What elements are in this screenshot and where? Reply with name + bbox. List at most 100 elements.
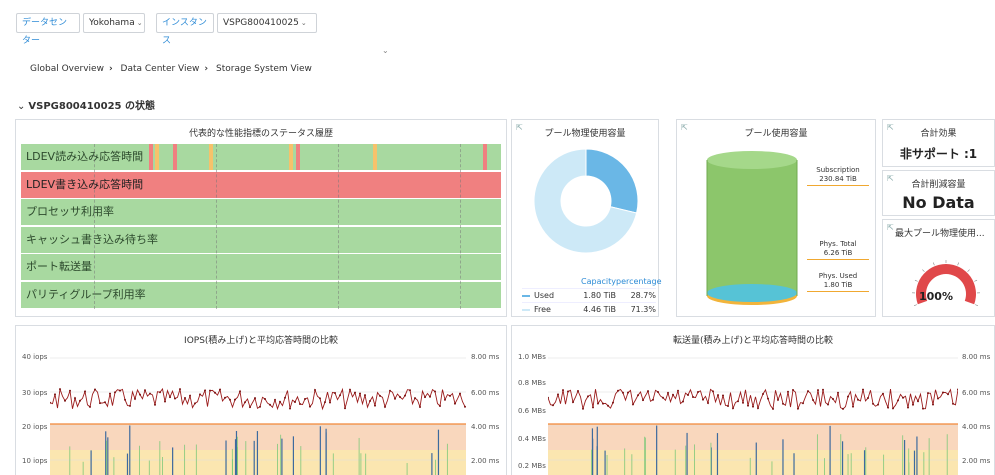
data-point — [852, 405, 854, 408]
breadcrumb-global[interactable]: Global Overview — [30, 64, 104, 74]
data-point — [229, 398, 231, 401]
data-point — [917, 400, 919, 403]
external-link-icon[interactable]: ⇱ — [887, 223, 894, 232]
data-point — [737, 400, 739, 403]
donut-slice-used — [585, 148, 639, 214]
data-point — [94, 388, 96, 391]
data-point — [254, 397, 256, 400]
data-point — [74, 397, 76, 400]
data-point — [134, 397, 136, 400]
data-point — [394, 397, 396, 400]
data-point — [389, 389, 391, 392]
y-tick: 10 iops — [22, 457, 48, 465]
capacity-cylinder — [706, 151, 798, 305]
gauge-tick — [922, 269, 925, 272]
data-point — [244, 401, 246, 404]
data-point — [807, 390, 809, 393]
status-row[interactable]: キャッシュ書き込み待ち率 — [21, 226, 501, 253]
data-point — [707, 402, 709, 405]
data-point — [882, 392, 884, 395]
collapse-chevron-icon[interactable]: ⌄ — [382, 46, 389, 55]
data-point — [414, 397, 416, 400]
status-row[interactable]: LDEV読み込み応答時間 — [21, 144, 501, 170]
gauge-tick — [974, 279, 978, 282]
data-point — [792, 389, 794, 392]
data-point — [747, 404, 749, 407]
panel-title: 最大プール物理使用... — [895, 229, 985, 239]
data-point — [857, 398, 859, 401]
collapse-toggle-icon: ⌄ — [17, 101, 26, 112]
panel-title: 転送量(積み上げ)と平均応答時間の比較 — [672, 336, 834, 346]
y-tick: 0.4 MBs — [518, 435, 546, 443]
data-point — [937, 397, 939, 400]
data-point — [817, 389, 819, 392]
data-point — [572, 401, 574, 404]
y-tick: 20 iops — [22, 423, 48, 431]
y-tick: 0.6 MBs — [518, 407, 546, 415]
status-row[interactable]: パリティグループ利用率 — [21, 281, 501, 308]
data-point — [349, 388, 351, 391]
data-point — [637, 394, 639, 397]
status-row[interactable]: LDEV書き込み応答時間 — [21, 171, 501, 198]
data-point — [927, 392, 929, 395]
y-tick: 2.00 ms — [962, 457, 991, 465]
section-title[interactable]: ⌄ VSPG800410025 の状態 — [17, 97, 155, 112]
data-point — [204, 389, 206, 392]
data-point — [274, 398, 276, 401]
phys-total-label: Phys. Total 6.26 TiB — [807, 240, 869, 260]
panel-title: 合計削減容量 — [911, 180, 966, 190]
data-point — [419, 406, 421, 409]
legend-row-used: Used 1.80 TiB 28.7% — [522, 288, 656, 302]
breadcrumb-datacenter[interactable]: Data Center View — [121, 64, 200, 74]
area-band — [548, 450, 958, 475]
y-tick: 8.00 ms — [962, 353, 991, 361]
data-point — [727, 405, 729, 408]
chevron-down-icon: ⌄ — [300, 19, 307, 27]
data-point — [697, 391, 699, 394]
data-point — [607, 404, 609, 407]
data-point — [897, 399, 899, 402]
data-point — [802, 402, 804, 405]
data-point — [114, 391, 116, 394]
data-point — [124, 398, 126, 401]
data-point — [827, 403, 829, 406]
data-point — [304, 398, 306, 401]
data-point — [309, 405, 311, 408]
total-reduction-panel: ⇱ 合計削減容量 No Data — [882, 170, 995, 216]
data-point — [842, 407, 844, 410]
data-point — [79, 399, 81, 402]
data-point — [159, 391, 161, 394]
status-row[interactable]: プロセッサ利用率 — [21, 199, 501, 225]
data-point — [797, 407, 799, 410]
y-tick: 40 iops — [22, 353, 48, 361]
data-point — [752, 405, 754, 408]
datacenter-select[interactable]: Yokohama ⌄ — [83, 13, 145, 33]
data-point — [687, 394, 689, 397]
data-point — [209, 389, 211, 392]
data-point — [657, 390, 659, 393]
total-reduction-value: No Data — [902, 193, 975, 212]
data-point — [757, 407, 759, 410]
data-point — [359, 392, 361, 395]
gauge-tick — [932, 262, 935, 266]
data-point — [154, 403, 156, 406]
iops-chart — [50, 357, 466, 475]
y-tick: 0.8 MBs — [518, 379, 546, 387]
data-point — [174, 397, 176, 400]
max-pool-value: 100% — [919, 290, 953, 303]
data-point — [767, 397, 769, 400]
data-point — [577, 390, 579, 393]
data-point — [552, 404, 554, 407]
status-row[interactable]: ポート転送量 — [21, 254, 501, 280]
data-point — [109, 392, 111, 395]
datacenter-label: データセンター — [16, 13, 80, 46]
data-point — [434, 390, 436, 393]
instance-label: インスタンス — [156, 13, 214, 46]
instance-select[interactable]: VSPG800410025 ⌄ — [217, 13, 317, 33]
max-pool-panel: ⇱ 最大プール物理使用... 100% — [882, 219, 995, 317]
subscription-label: Subscription 230.84 TiB — [807, 166, 869, 186]
phys-used-label: Phys. Used 1.80 TiB — [807, 272, 869, 292]
data-point — [632, 403, 634, 406]
data-point — [404, 394, 406, 397]
data-point — [459, 392, 461, 395]
